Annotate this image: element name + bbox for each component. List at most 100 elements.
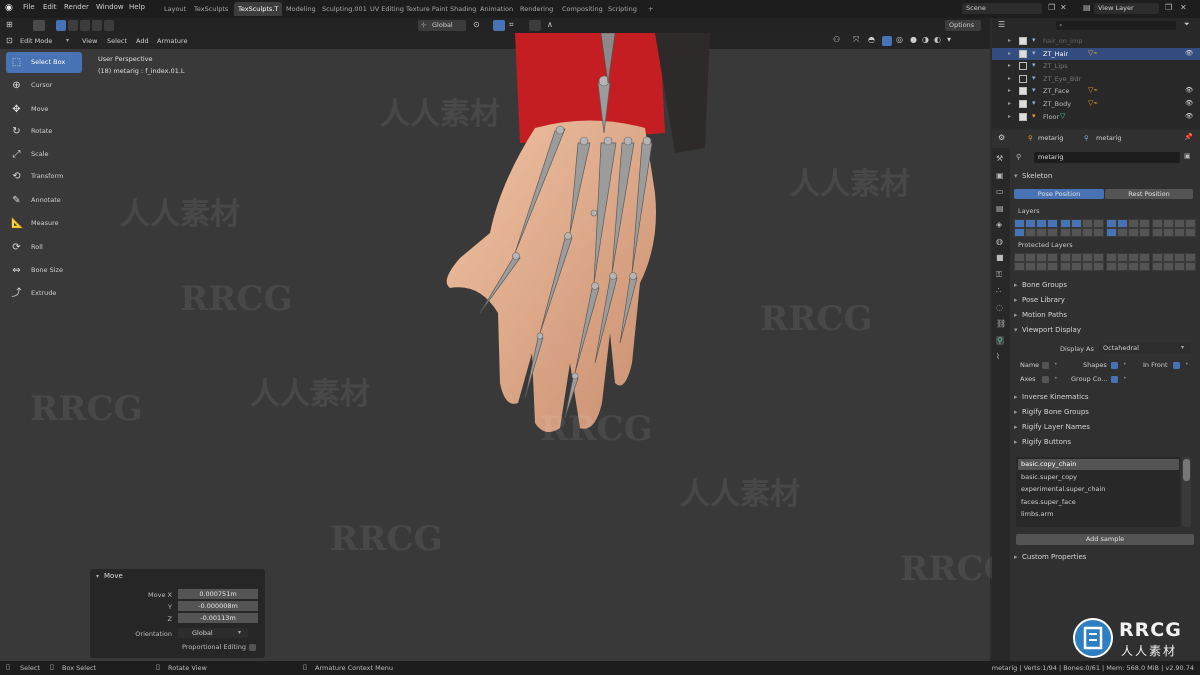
workspace-tab[interactable]: TexSculpts.T [234,2,283,16]
keyframe-dot-icon[interactable]: • [1185,361,1189,368]
layer-toggle[interactable] [1047,262,1058,271]
data-tab-icon[interactable]: ⚲ [996,335,1004,345]
layer-toggle[interactable] [1093,219,1104,228]
workspace-tab[interactable]: Sculpting.001 [318,2,371,16]
layer-toggle[interactable] [1152,253,1163,262]
exclude-checkbox[interactable] [1019,37,1027,45]
blender-logo-icon[interactable]: ◉ [5,3,13,13]
layer-toggle[interactable] [1139,253,1150,262]
editor-type-icon[interactable]: ⊞ [6,20,13,29]
layer-toggle[interactable] [1152,228,1163,237]
layer-toggle[interactable] [1174,253,1185,262]
collapsed-panel-header[interactable]: ▸ Bone Groups [1014,281,1067,289]
rendered-shading-icon[interactable]: ◐ [934,35,941,44]
expand-arrow-icon[interactable]: ▸ [1008,62,1011,69]
select-mode-new-icon[interactable] [56,20,66,31]
layer-toggle[interactable] [1117,253,1128,262]
bone-tab-icon[interactable]: ⌇ [996,352,1000,361]
menu-edit[interactable]: Edit [43,3,57,11]
layer-toggle[interactable] [1128,219,1139,228]
layer-toggle[interactable] [1047,219,1058,228]
select-mode-intersect-icon[interactable] [104,20,114,31]
outliner-row[interactable]: ▸ ▾ Floor ▽ 👁 [992,111,1200,123]
menu-render[interactable]: Render [64,3,89,11]
layer-toggle[interactable] [1036,228,1047,237]
tool-tab-icon[interactable]: ⚒ [996,154,1003,163]
tool-rotate[interactable]: ↻ Rotate [6,121,82,142]
layer-toggle[interactable] [1025,253,1036,262]
particles-tab-icon[interactable]: ∴ [996,286,1001,295]
world-tab-icon[interactable]: ◍ [996,237,1003,246]
keyframe-dot-icon[interactable]: • [1123,361,1127,368]
collapsed-panel-header[interactable]: ▸ Inverse Kinematics [1014,393,1089,401]
fake-user-icon[interactable]: ▣ [1184,152,1191,160]
properties-editor-icon[interactable]: ⚙ [998,133,1005,142]
select-mode-subtract-icon[interactable] [80,20,90,31]
tool-cursor-icon[interactable] [33,20,45,31]
keyframe-dot-icon[interactable]: • [1123,375,1127,382]
eye-icon[interactable]: 👁 [1185,99,1193,107]
physics-tab-icon[interactable]: ◌ [996,303,1003,312]
layer-toggle[interactable] [1163,219,1174,228]
layer-toggle[interactable] [1071,262,1082,271]
shapes-checkbox[interactable] [1111,362,1118,369]
outliner-row[interactable]: ▸ ▾ ZT_Eye_Bdr [992,73,1200,85]
rest-position-button[interactable]: Rest Position [1105,189,1193,199]
tool-scale[interactable]: ⤢ Scale [6,144,82,165]
layer-toggle[interactable] [1106,262,1117,271]
menu-add[interactable]: Add [136,37,149,45]
layer-toggle[interactable] [1163,253,1174,262]
axes-checkbox[interactable] [1042,376,1049,383]
wireframe-shading-icon[interactable]: ◎ [896,35,903,44]
outliner-row[interactable]: ▸ ▾ ZT_Lips [992,60,1200,72]
outliner-row[interactable]: ▸ ▾ hair_on_imp [992,35,1200,47]
list-item[interactable]: experimental.super_chain [1018,484,1179,495]
armature-name-field[interactable]: metarig [1034,152,1180,163]
layer-toggle[interactable] [1152,219,1163,228]
exclude-checkbox[interactable] [1019,112,1027,121]
tool-transform[interactable]: ⟲ Transform [6,166,82,187]
expand-arrow-icon[interactable]: ▸ [1008,50,1011,57]
group-colors-checkbox[interactable] [1111,376,1118,383]
layer-toggle[interactable] [1082,219,1093,228]
keyframe-dot-icon[interactable]: • [1054,375,1058,382]
shading-options-icon[interactable]: ▾ [947,35,951,44]
layer-toggle[interactable] [1139,219,1150,228]
rigify-sample-list[interactable]: basic.copy_chain basic.super_copy experime… [1016,457,1180,527]
layer-toggle[interactable] [1117,262,1128,271]
outliner-search-input[interactable]: ⌕ [1056,21,1176,30]
move-z-field[interactable]: -0.00113m [178,613,258,623]
render-tab-icon[interactable]: ▣ [996,171,1004,180]
layer-toggle[interactable] [1174,228,1185,237]
layer-toggle[interactable] [1093,262,1104,271]
collapsed-panel-header[interactable]: ▸ Pose Library [1014,296,1065,304]
transform-orientation-dropdown[interactable]: ⊹ Global [418,20,466,31]
xray-toggle-icon[interactable] [882,36,892,46]
add-workspace-button[interactable]: + [644,2,657,16]
layer-toggle[interactable] [1093,253,1104,262]
tool-select-box[interactable]: ⬚ Select Box [6,52,82,73]
tool-move[interactable]: ✥ Move [6,99,82,120]
tool-cursor[interactable]: ⊕ Cursor [6,75,82,96]
layer-toggle[interactable] [1128,228,1139,237]
menu-window[interactable]: Window [96,3,124,11]
outliner-editor-icon[interactable]: ☰ [998,20,1005,29]
layer-toggle[interactable] [1106,219,1117,228]
scrollbar-thumb[interactable] [1183,459,1190,481]
gizmo-icon[interactable]: ⤧ [853,35,859,45]
layer-toggle[interactable] [1174,262,1185,271]
layer-toggle[interactable] [1185,228,1196,237]
list-item[interactable]: basic.super_copy [1018,472,1179,483]
tool-extrude[interactable]: ⤴ Extrude [6,283,82,304]
orientation-dropdown[interactable]: Global ▾ [178,628,248,638]
keyframe-dot-icon[interactable]: • [1054,361,1058,368]
copy-view-layer-icon[interactable]: ❐ [1165,3,1172,12]
options-dropdown[interactable]: Options [945,20,981,31]
constraints-tab-icon[interactable]: ⛓ [996,319,1006,328]
layer-toggle[interactable] [1025,228,1036,237]
layer-toggle[interactable] [1117,228,1128,237]
layer-toggle[interactable] [1047,228,1058,237]
pin-icon[interactable]: 📌 [1184,133,1193,141]
layer-toggle[interactable] [1036,219,1047,228]
tool-bone-size[interactable]: ⇔ Bone Size [6,260,82,281]
